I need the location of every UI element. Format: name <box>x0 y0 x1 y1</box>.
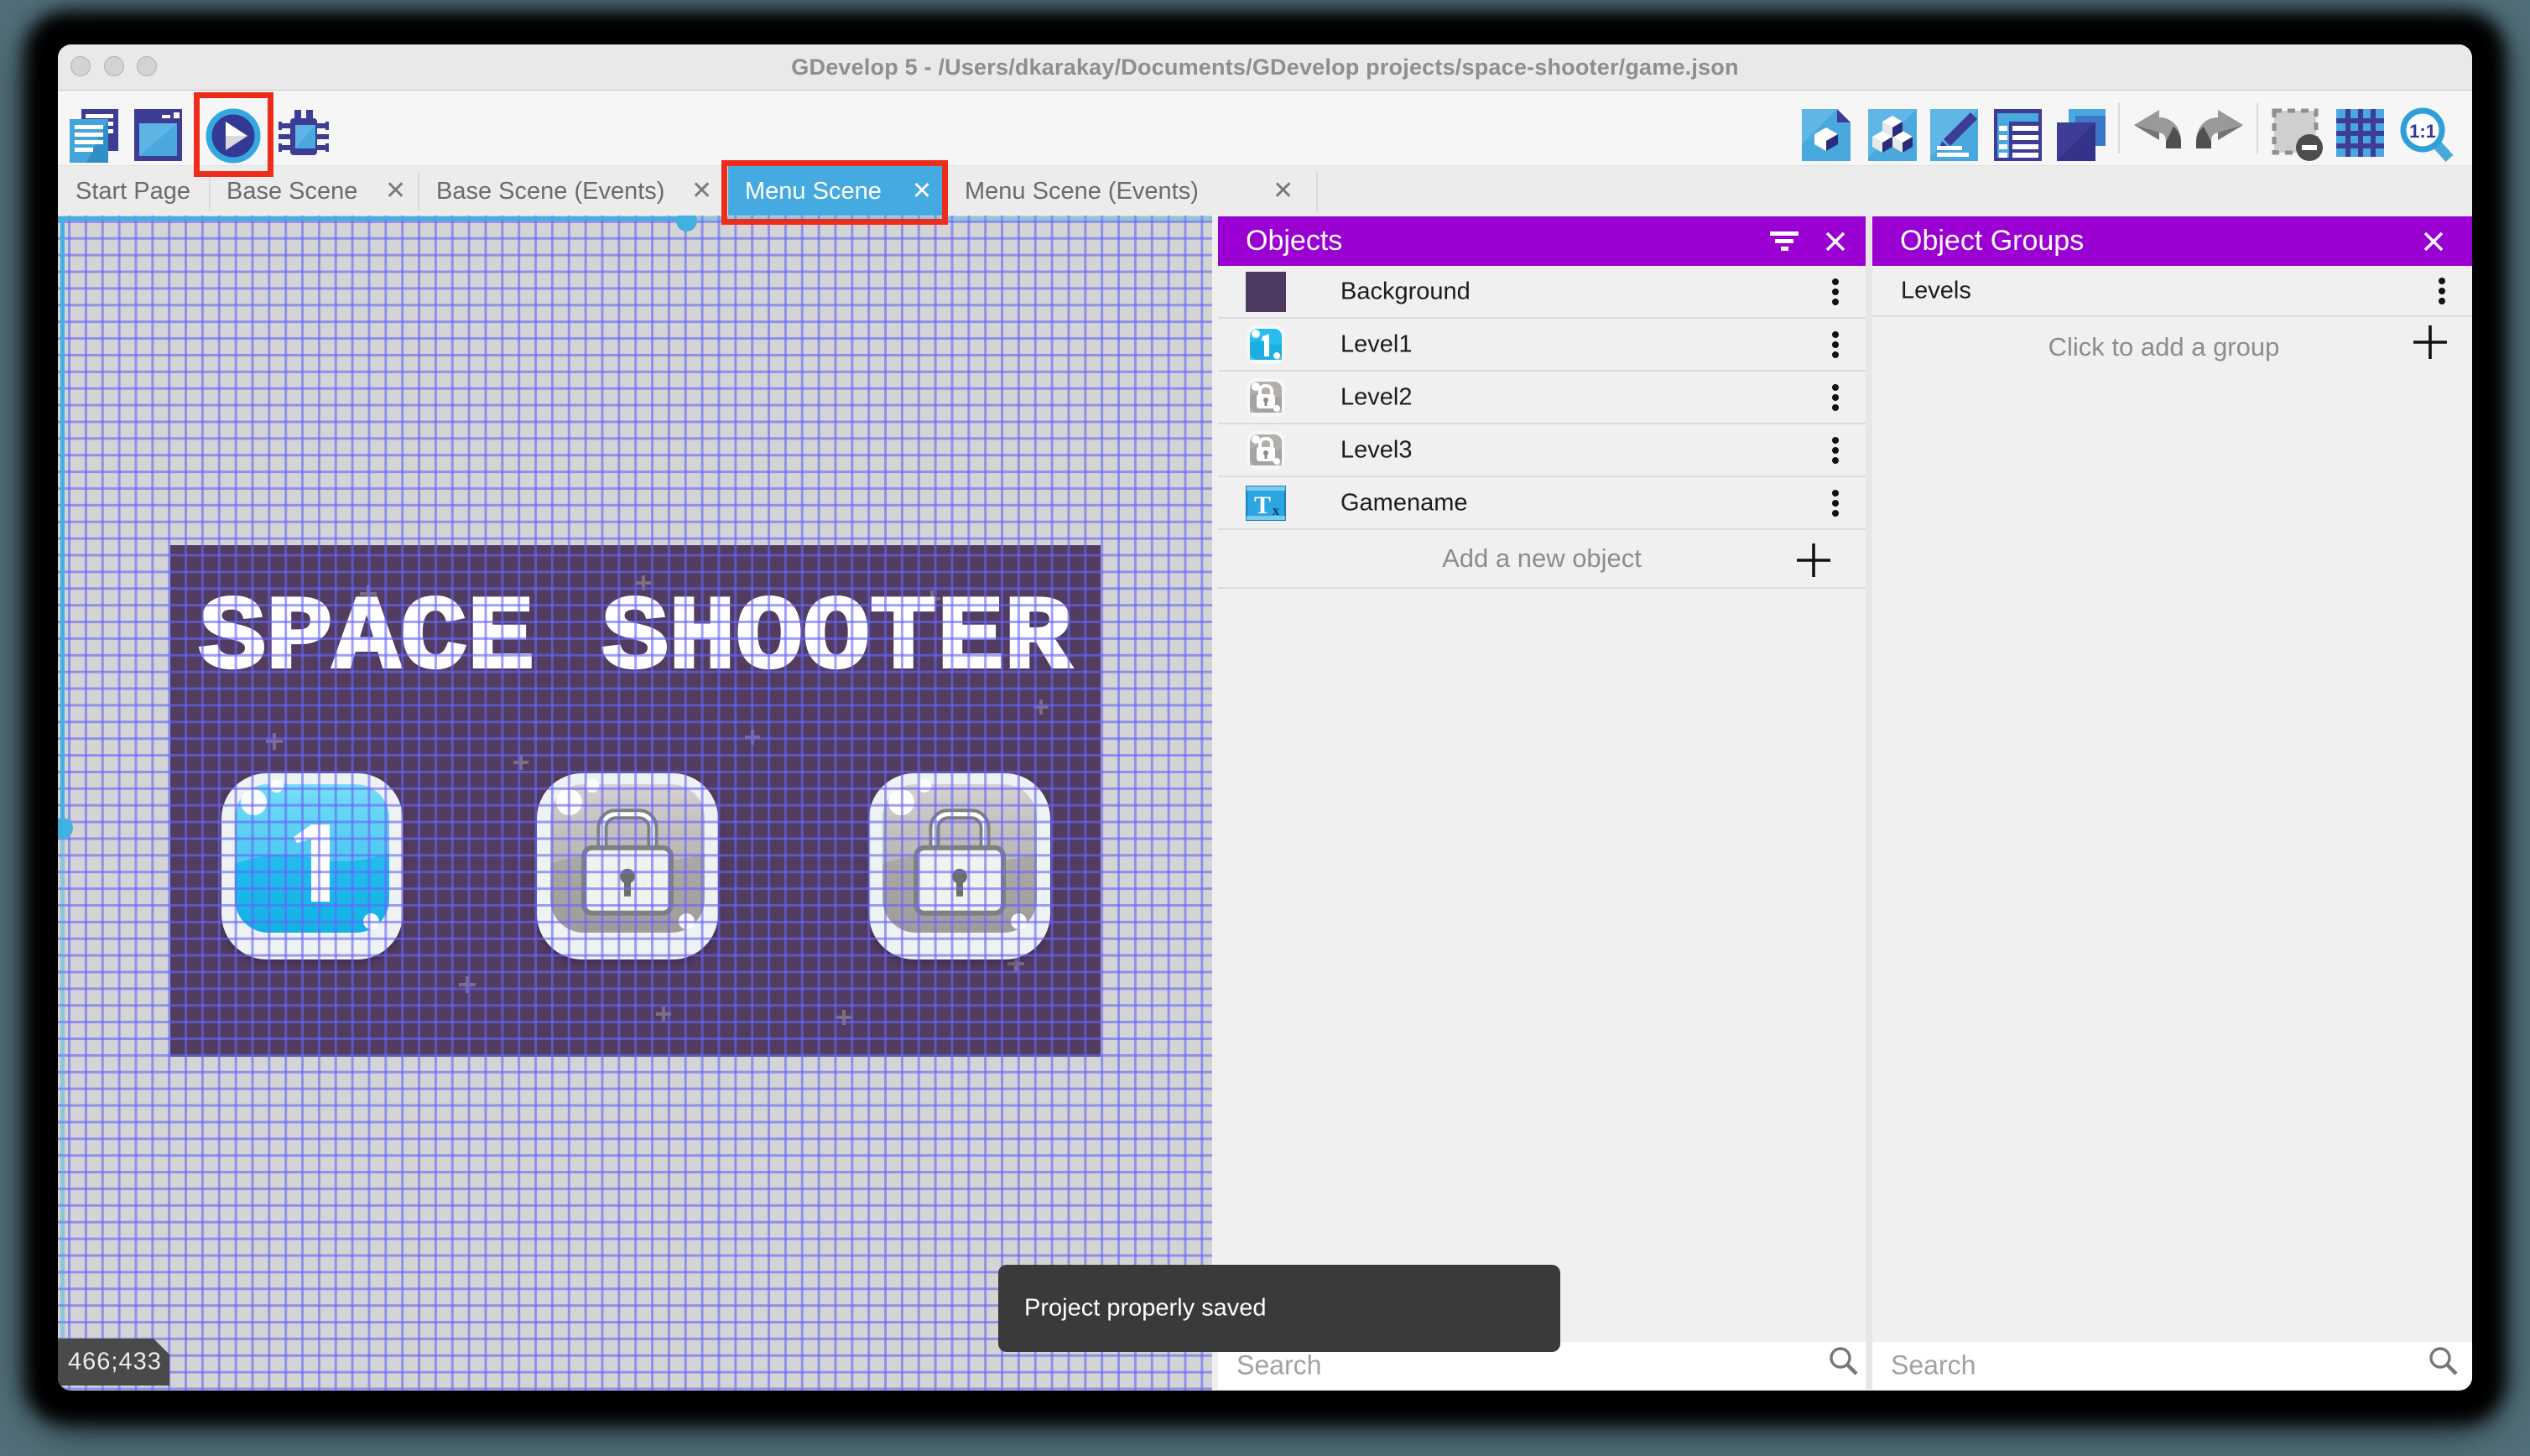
svg-text:x: x <box>1273 502 1280 518</box>
svg-text:T: T <box>1254 491 1271 519</box>
svg-text:1:1: 1:1 <box>2409 121 2436 142</box>
